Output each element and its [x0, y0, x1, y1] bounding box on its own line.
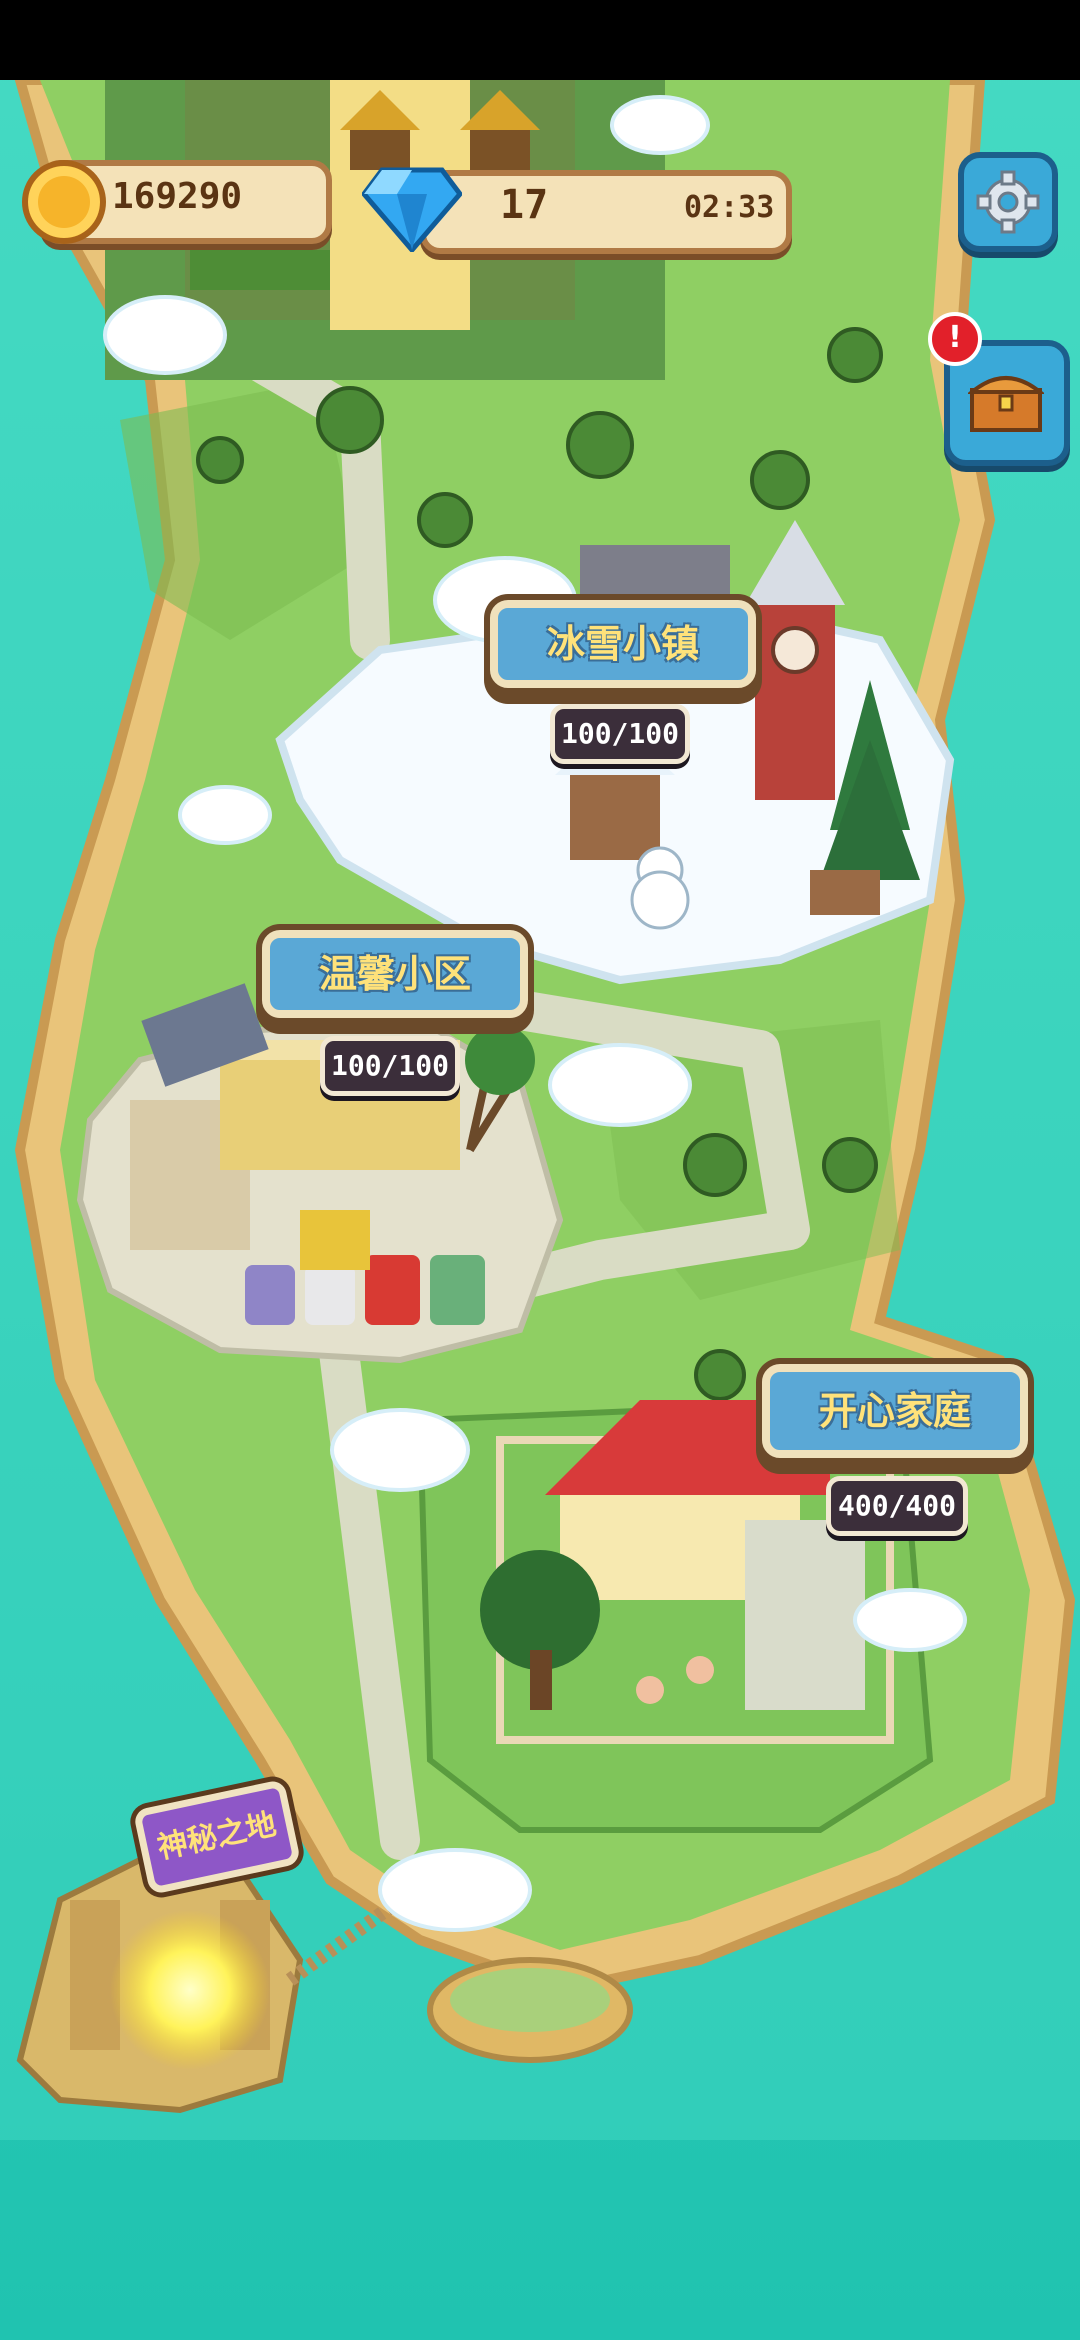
- gear-icon: [976, 170, 1040, 234]
- gem-amount: 17: [500, 182, 549, 228]
- treasure-chest-icon: [966, 370, 1046, 434]
- settings-button[interactable]: [958, 152, 1058, 252]
- area-label-happy-home[interactable]: 开心家庭: [762, 1364, 1028, 1458]
- status-bar: [0, 0, 1080, 80]
- coin-amount: 169290: [112, 176, 243, 217]
- area-label-snow-town[interactable]: 冰雪小镇: [490, 600, 756, 688]
- area-label-cozy-neighborhood[interactable]: 温馨小区: [262, 930, 528, 1018]
- coin-icon: [22, 160, 106, 244]
- energy-timer: 02:33: [684, 190, 775, 225]
- area-progress-happy-home: 400/400: [826, 1476, 968, 1536]
- area-progress-cozy-neighborhood: 100/100: [320, 1036, 460, 1096]
- gem-icon: [360, 160, 464, 254]
- area-progress-snow-town: 100/100: [550, 704, 690, 764]
- world-map: [0, 0, 1080, 2340]
- chest-alert-badge: !: [928, 312, 982, 366]
